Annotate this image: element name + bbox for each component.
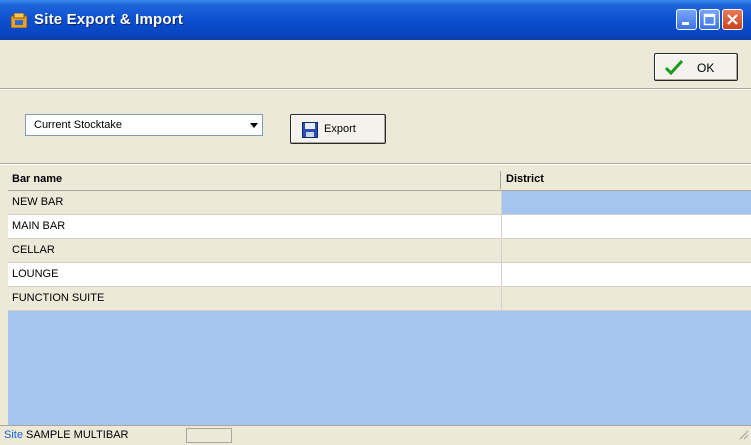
window-title: Site Export & Import <box>34 11 184 28</box>
title-bar[interactable]: Site Export & Import <box>0 0 751 40</box>
export-label: Export <box>324 123 356 135</box>
minimize-icon <box>682 22 689 25</box>
column-header-district[interactable]: District <box>506 173 544 185</box>
grid-rows: NEW BAR MAIN BAR CELLAR LOUNGE FUNCTION … <box>8 191 751 311</box>
maximize-icon <box>703 13 716 26</box>
checkmark-icon <box>664 59 684 78</box>
bar-name-cell[interactable]: CELLAR <box>12 244 55 256</box>
table-row[interactable]: LOUNGE <box>8 263 751 287</box>
district-cell[interactable] <box>501 287 751 310</box>
district-cell[interactable] <box>501 239 751 262</box>
bar-name-cell[interactable]: FUNCTION SUITE <box>12 292 104 304</box>
maximize-button[interactable] <box>699 9 720 30</box>
district-cell[interactable] <box>501 191 751 214</box>
stocktake-select[interactable]: Current Stocktake <box>25 114 263 136</box>
column-divider[interactable] <box>500 171 501 189</box>
close-icon <box>727 14 738 25</box>
district-cell[interactable] <box>501 263 751 286</box>
status-bar: Site SAMPLE MULTIBAR <box>0 425 751 445</box>
stocktake-select-value: Current Stocktake <box>34 119 123 131</box>
ok-label: OK <box>697 61 715 75</box>
floppy-disk-icon <box>302 122 318 141</box>
district-cell[interactable] <box>501 215 751 238</box>
grid-header: Bar name District <box>8 169 751 191</box>
divider <box>0 163 751 165</box>
status-site-value: SAMPLE MULTIBAR <box>26 429 129 441</box>
bar-name-cell[interactable]: MAIN BAR <box>12 220 65 232</box>
bars-grid[interactable]: Bar name District NEW BAR MAIN BAR CELLA… <box>8 169 751 425</box>
minimize-button[interactable] <box>676 9 697 30</box>
ok-button[interactable]: OK <box>654 53 738 81</box>
grid-margin <box>0 169 8 425</box>
table-row[interactable]: MAIN BAR <box>8 215 751 239</box>
divider <box>0 88 751 90</box>
bar-name-cell[interactable]: NEW BAR <box>12 196 63 208</box>
status-panel <box>186 428 232 443</box>
close-button[interactable] <box>722 9 743 30</box>
table-row[interactable]: NEW BAR <box>8 191 751 215</box>
site-export-import-window: Site Export & Import OK Current Stocktak… <box>0 0 751 445</box>
chevron-down-icon[interactable] <box>250 123 258 128</box>
table-row[interactable]: CELLAR <box>8 239 751 263</box>
column-header-bar-name[interactable]: Bar name <box>12 173 62 185</box>
bar-name-cell[interactable]: LOUNGE <box>12 268 58 280</box>
ok-toolbar: OK <box>0 40 751 88</box>
resize-grip-icon[interactable] <box>737 428 749 443</box>
app-icon <box>10 12 28 29</box>
table-row[interactable]: FUNCTION SUITE <box>8 287 751 311</box>
export-button[interactable]: Export <box>290 114 386 144</box>
status-site-label: Site <box>4 429 23 441</box>
